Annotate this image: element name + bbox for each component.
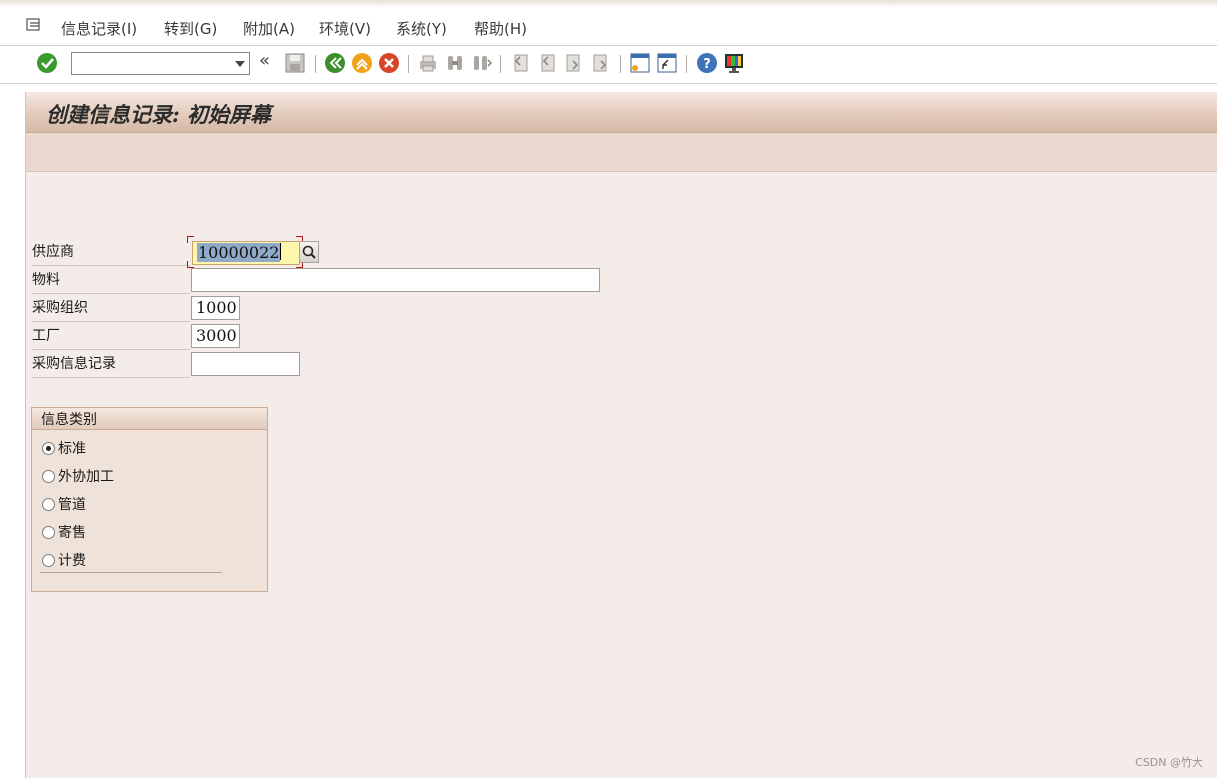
previous-page-icon[interactable] xyxy=(536,52,558,74)
find-icon[interactable] xyxy=(444,52,466,74)
application-toolbar xyxy=(26,133,1217,172)
purchasing-org-field[interactable]: 1000 xyxy=(191,296,240,320)
radio-button[interactable] xyxy=(42,470,55,483)
shortcut-icon[interactable] xyxy=(656,52,678,74)
command-field[interactable] xyxy=(71,52,250,75)
material-field[interactable] xyxy=(191,268,600,292)
radio-label: 管道 xyxy=(58,497,86,513)
system-menu-icon[interactable] xyxy=(26,18,42,32)
menu-goto[interactable]: 转到(G) xyxy=(164,18,217,39)
toolbar-divider xyxy=(620,55,621,73)
help-icon[interactable]: ? xyxy=(696,52,718,74)
radio-button[interactable] xyxy=(42,554,55,567)
menu-bar: 信息记录(I) 转到(G) 附加(A) 环境(V) 系统(Y) 帮助(H) xyxy=(0,10,1217,44)
last-page-icon[interactable] xyxy=(590,52,612,74)
toolbar-divider xyxy=(686,55,687,73)
standard-toolbar: « ? xyxy=(0,46,1217,82)
enter-icon[interactable] xyxy=(36,52,58,74)
svg-text:?: ? xyxy=(703,57,711,72)
text-cursor xyxy=(280,243,282,260)
print-icon[interactable] xyxy=(417,52,439,74)
find-next-icon[interactable] xyxy=(471,52,493,74)
radio-label: 计费 xyxy=(58,553,86,569)
vendor-label: 供应商 xyxy=(32,239,190,266)
radio-standard[interactable]: 标准 xyxy=(42,437,86,461)
content-area: 创建信息记录: 初始屏幕 供应商 10000022 物料 采购组织 1000 工… xyxy=(25,92,1217,778)
cancel-icon[interactable] xyxy=(378,52,400,74)
toolbar-divider xyxy=(315,55,316,73)
save-icon[interactable] xyxy=(284,52,306,74)
page-title: 创建信息记录: 初始屏幕 xyxy=(46,102,272,127)
radio-button[interactable] xyxy=(42,526,55,539)
purchasing-org-label: 采购组织 xyxy=(32,295,190,322)
menu-system[interactable]: 系统(Y) xyxy=(396,18,447,39)
info-record-label: 采购信息记录 xyxy=(32,351,190,378)
new-session-icon[interactable] xyxy=(629,52,651,74)
radio-consignment[interactable]: 寄售 xyxy=(42,521,86,545)
collapse-icon[interactable]: « xyxy=(259,50,281,72)
command-input[interactable] xyxy=(74,54,228,75)
customize-layout-icon[interactable] xyxy=(723,52,745,74)
group-header: 信息类别 xyxy=(32,408,267,430)
radio-pipeline[interactable]: 管道 xyxy=(42,493,86,517)
radio-label: 外协加工 xyxy=(58,469,114,485)
vendor-search-help-button[interactable] xyxy=(299,241,319,263)
vendor-field[interactable]: 10000022 xyxy=(192,241,300,265)
info-record-field[interactable] xyxy=(191,352,300,376)
radio-subcontracting[interactable]: 外协加工 xyxy=(42,465,114,489)
radio-label: 寄售 xyxy=(58,525,86,541)
command-dropdown-icon[interactable] xyxy=(235,61,245,67)
info-category-group: 信息类别 标准 外协加工 管道 寄售 计费 xyxy=(31,407,268,592)
toolbar-divider xyxy=(500,55,501,73)
top-band xyxy=(0,0,1217,8)
search-icon xyxy=(302,245,316,259)
radio-button[interactable] xyxy=(42,498,55,511)
vendor-value: 10000022 xyxy=(197,243,281,262)
plant-label: 工厂 xyxy=(32,323,190,350)
title-bar: 创建信息记录: 初始屏幕 xyxy=(26,92,1217,133)
radio-button-selected[interactable] xyxy=(42,442,55,455)
watermark: CSDN @竹大 xyxy=(1135,756,1203,769)
radio-label: 标准 xyxy=(58,441,86,457)
focus-corner xyxy=(187,236,194,243)
group-title: 信息类别 xyxy=(41,412,97,428)
menu-extras[interactable]: 附加(A) xyxy=(243,18,295,39)
menu-help[interactable]: 帮助(H) xyxy=(474,18,527,39)
radio-billing[interactable]: 计费 xyxy=(42,549,86,573)
toolbar-divider xyxy=(408,55,409,73)
back-icon[interactable] xyxy=(324,52,346,74)
menu-info-record[interactable]: 信息记录(I) xyxy=(61,18,137,39)
plant-field[interactable]: 3000 xyxy=(191,324,240,348)
exit-icon[interactable] xyxy=(351,52,373,74)
menu-environment[interactable]: 环境(V) xyxy=(319,18,371,39)
next-page-icon[interactable] xyxy=(563,52,585,74)
first-page-icon[interactable] xyxy=(509,52,531,74)
group-divider xyxy=(40,572,222,573)
material-label: 物料 xyxy=(32,267,190,294)
toolbar-divider-line xyxy=(0,83,1217,84)
